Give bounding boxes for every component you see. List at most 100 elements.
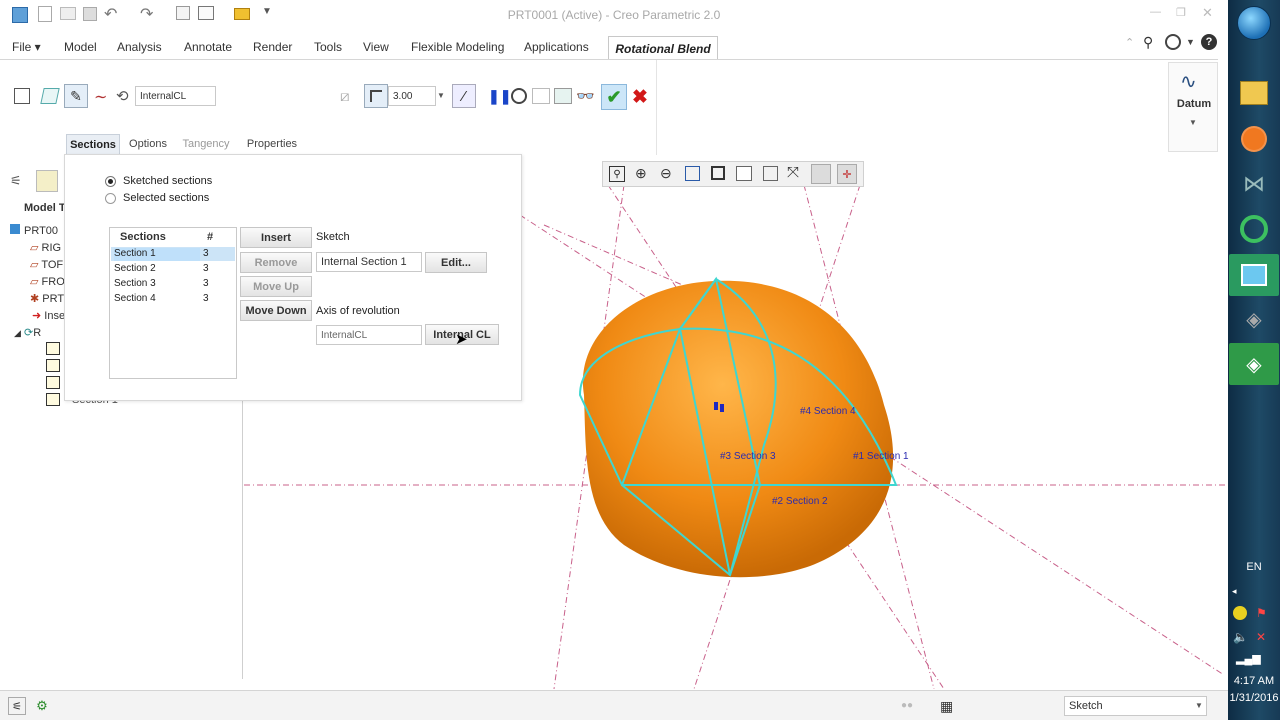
dropdown-icon[interactable]: ▼ — [1186, 37, 1195, 47]
sketch-sections-icon[interactable]: ✎ — [64, 84, 88, 108]
tab-options[interactable]: Options — [123, 134, 173, 154]
taskbar-app-active[interactable] — [1229, 254, 1279, 296]
taskbar-app[interactable]: ⋈ — [1229, 163, 1279, 205]
label-section-2: #2 Section 2 — [772, 496, 828, 507]
help-icon[interactable]: ? — [1201, 34, 1217, 50]
tab-rotational-blend[interactable]: Rotational Blend — [608, 36, 718, 60]
thickness-input[interactable]: 3.00 — [388, 86, 436, 106]
tree-item-csys[interactable]: ✱ PRT — [30, 292, 64, 305]
filter-dropdown-icon[interactable]: ▼ — [1195, 701, 1203, 710]
sketch-field[interactable]: Internal Section 1 — [316, 252, 422, 272]
collapse-ribbon-icon[interactable]: ⌃ — [1125, 36, 1134, 49]
selection-filter[interactable]: Sketch — [1064, 696, 1207, 716]
tree-item-right[interactable]: ▱ RIG — [30, 241, 61, 254]
table-row[interactable]: Section 13 — [111, 247, 235, 261]
edit-button[interactable]: Edit... — [425, 252, 487, 273]
menu-view[interactable]: View — [363, 40, 389, 55]
tab-sections[interactable]: Sections — [66, 134, 120, 154]
tree-item-top[interactable]: ▱ TOF — [30, 258, 63, 271]
taskbar-explorer[interactable] — [1229, 72, 1279, 114]
menu-analysis[interactable]: Analysis — [117, 40, 162, 55]
display-style-icon[interactable] — [711, 166, 725, 180]
network-warning-icon[interactable]: ✕ — [1256, 630, 1266, 644]
taskbar-recorder[interactable]: ◈ — [1229, 343, 1279, 385]
zoom-out-icon[interactable]: ⊖ — [660, 165, 672, 182]
repaint-icon[interactable] — [685, 166, 700, 181]
signal-icon[interactable]: ▂▄▆ — [1236, 652, 1261, 665]
action-center-icon[interactable]: ⚑ — [1256, 606, 1267, 620]
menu-applications[interactable]: Applications — [524, 40, 589, 55]
radio-selected-label[interactable]: Selected sections — [123, 192, 209, 204]
clock-date[interactable]: 1/31/2016 — [1228, 692, 1280, 704]
taskbar-camtasia[interactable] — [1229, 208, 1279, 250]
menu-render[interactable]: Render — [253, 40, 292, 55]
thicken-icon[interactable] — [364, 84, 388, 108]
annotation-display-icon[interactable] — [811, 164, 831, 184]
list-header-count: # — [207, 231, 214, 243]
find-icon[interactable]: ▦ — [940, 698, 953, 715]
axis-reference-field[interactable]: InternalCL — [135, 86, 216, 106]
move-down-button[interactable]: Move Down — [240, 300, 312, 321]
table-row[interactable]: Section 43 — [111, 292, 235, 306]
flip-direction-icon[interactable]: ⧄ — [340, 88, 350, 105]
thickness-dropdown-icon[interactable]: ▼ — [437, 91, 445, 100]
flip-thickness-icon[interactable]: ⁄ — [452, 84, 476, 108]
tree-icon[interactable]: ⚟ — [10, 173, 22, 189]
tray-expand-icon[interactable]: ◂ — [1232, 586, 1237, 597]
axis-field[interactable]: InternalCL — [316, 325, 422, 345]
no-preview-icon[interactable] — [511, 88, 527, 104]
minimize-icon[interactable]: — — [1150, 6, 1161, 18]
insert-button[interactable]: Insert — [240, 227, 312, 248]
restore-icon[interactable]: ❐ — [1176, 6, 1186, 19]
revolve-axis-icon[interactable]: ⟲ — [116, 87, 129, 105]
view-manager-icon[interactable] — [763, 166, 778, 181]
menu-flexible-modeling[interactable]: Flexible Modeling — [411, 40, 504, 55]
tab-tangency[interactable]: Tangency — [177, 134, 235, 154]
cancel-icon[interactable]: ✖ — [632, 86, 648, 109]
radio-sketched-label[interactable]: Sketched sections — [123, 175, 212, 187]
radio-selected[interactable] — [105, 193, 116, 204]
close-icon[interactable]: ✕ — [1202, 5, 1213, 21]
tray-icon[interactable] — [1233, 606, 1247, 620]
radio-sketched[interactable] — [105, 176, 116, 187]
datum-display-icon[interactable]: ⤧ — [787, 164, 799, 181]
solid-icon[interactable] — [14, 88, 30, 104]
table-row[interactable]: Section 33 — [111, 277, 235, 291]
menu-file[interactable]: File ▾ — [12, 40, 41, 55]
tree-item-front[interactable]: ▱ FRO — [30, 275, 65, 288]
taskbar-media-player[interactable] — [1229, 118, 1279, 160]
clock-time[interactable]: 4:17 AM — [1228, 675, 1280, 687]
tree-item-insert[interactable]: ➜ Inse — [32, 309, 65, 322]
glasses-icon[interactable]: 👓 — [576, 87, 595, 105]
table-row[interactable]: Section 23 — [111, 262, 235, 276]
tree-item-part[interactable]: PRT00 — [10, 224, 58, 237]
spin-center-icon[interactable]: ✛ — [837, 164, 857, 184]
tree-toggle-icon[interactable]: ⚟ — [8, 697, 26, 715]
refit-icon[interactable]: ⚲ — [609, 166, 625, 182]
saved-views-icon[interactable] — [736, 166, 752, 181]
tree-item-rotational-blend[interactable]: ◢ ⟳R — [14, 326, 41, 339]
language-indicator[interactable]: EN — [1228, 561, 1280, 573]
move-up-button[interactable]: Move Up — [240, 276, 312, 297]
layer-icon[interactable] — [36, 170, 58, 192]
pause-icon[interactable]: ❚❚ — [488, 88, 511, 105]
volume-icon[interactable]: 🔈 — [1233, 630, 1248, 644]
menu-tools[interactable]: Tools — [314, 40, 342, 55]
zoom-in-icon[interactable]: ⊕ — [635, 165, 647, 182]
preview-icon[interactable] — [532, 88, 550, 104]
browser-toggle-icon[interactable]: ⚙ — [33, 697, 51, 715]
curve-icon[interactable]: ∼ — [94, 87, 107, 107]
verify-icon[interactable] — [554, 88, 572, 104]
menu-model[interactable]: Model — [64, 40, 97, 55]
remove-button[interactable]: Remove — [240, 252, 312, 273]
datum-group[interactable]: ∿ Datum ▼ — [1168, 62, 1218, 152]
search-icon[interactable]: ⚲ — [1143, 34, 1153, 51]
start-button[interactable] — [1237, 6, 1271, 40]
tab-properties[interactable]: Properties — [240, 134, 304, 154]
menu-annotate[interactable]: Annotate — [184, 40, 232, 55]
ribbon-divider — [656, 60, 657, 155]
surface-icon[interactable] — [40, 88, 60, 104]
settings-icon[interactable] — [1165, 34, 1181, 50]
ok-icon[interactable]: ✔ — [601, 84, 627, 110]
taskbar-creo[interactable]: ◈ — [1229, 298, 1279, 340]
